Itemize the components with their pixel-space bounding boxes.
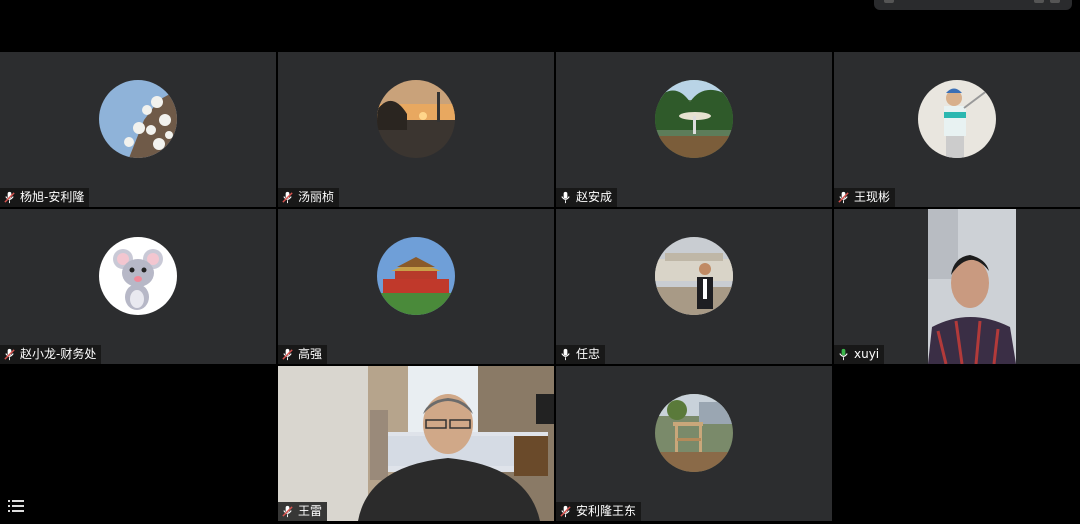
participant-tile[interactable]: 任忠 bbox=[556, 209, 832, 364]
participant-avatar bbox=[918, 80, 996, 158]
participant-tile[interactable]: 汤丽桢 bbox=[278, 52, 554, 207]
participant-avatar bbox=[99, 80, 177, 158]
participant-name: xuyi bbox=[854, 347, 880, 361]
participant-tile-active-speaker[interactable]: xuyi bbox=[834, 209, 1080, 364]
toolbar-icon[interactable] bbox=[884, 0, 894, 3]
gallery-grid: 杨旭-安利隆 汤丽桢 赵安成 王现彬 赵小龙-财务处 高强 任忠 xuyi 王雷… bbox=[0, 52, 1080, 524]
participant-tile[interactable]: 高强 bbox=[278, 209, 554, 364]
participant-nametag: xuyi bbox=[834, 345, 885, 364]
participant-nametag: 赵安成 bbox=[556, 188, 618, 207]
mic-muted-icon[interactable] bbox=[281, 505, 294, 518]
participant-avatar bbox=[99, 237, 177, 315]
list-icon[interactable] bbox=[8, 498, 24, 512]
participant-name: 任忠 bbox=[576, 347, 601, 361]
participant-name: 王现彬 bbox=[854, 190, 891, 204]
toolbar-icon[interactable] bbox=[1050, 0, 1060, 3]
mic-icon[interactable] bbox=[559, 348, 572, 361]
participant-name: 汤丽桢 bbox=[298, 190, 335, 204]
mic-icon[interactable] bbox=[559, 191, 572, 204]
participant-tile[interactable]: 王雷 bbox=[278, 366, 554, 521]
mic-muted-icon[interactable] bbox=[559, 505, 572, 518]
toolbar-icon[interactable] bbox=[1034, 0, 1044, 3]
participant-video bbox=[834, 209, 1080, 364]
participant-avatar bbox=[377, 237, 455, 315]
participant-tile[interactable]: 安利隆王东 bbox=[556, 366, 832, 521]
participant-avatar bbox=[377, 80, 455, 158]
top-bar bbox=[0, 0, 1080, 52]
participant-tile[interactable]: 赵安成 bbox=[556, 52, 832, 207]
mic-muted-icon[interactable] bbox=[3, 348, 16, 361]
mic-speaking-icon[interactable] bbox=[837, 348, 850, 361]
participant-name: 王雷 bbox=[298, 504, 323, 518]
participant-avatar bbox=[655, 80, 733, 158]
mic-muted-icon[interactable] bbox=[3, 191, 16, 204]
participant-tile[interactable]: 杨旭-安利隆 bbox=[0, 52, 276, 207]
mic-muted-icon[interactable] bbox=[281, 348, 294, 361]
participant-name: 赵小龙-财务处 bbox=[20, 347, 97, 361]
participant-video bbox=[278, 366, 554, 521]
participant-name: 赵安成 bbox=[576, 190, 613, 204]
mic-muted-icon[interactable] bbox=[837, 191, 850, 204]
participant-name: 杨旭-安利隆 bbox=[20, 190, 85, 204]
participant-name: 安利隆王东 bbox=[576, 504, 637, 518]
empty-tile bbox=[834, 366, 1080, 524]
mic-muted-icon[interactable] bbox=[281, 191, 294, 204]
participant-tile[interactable]: 赵小龙-财务处 bbox=[0, 209, 276, 364]
participant-nametag: 王雷 bbox=[278, 502, 328, 521]
participant-nametag: 王现彬 bbox=[834, 188, 896, 207]
empty-tile bbox=[0, 366, 276, 524]
top-toolbar-pill[interactable] bbox=[874, 0, 1072, 10]
participant-avatar bbox=[655, 394, 733, 472]
participant-nametag: 汤丽桢 bbox=[278, 188, 340, 207]
participant-nametag: 安利隆王东 bbox=[556, 502, 642, 521]
participant-avatar bbox=[655, 237, 733, 315]
participant-name: 高强 bbox=[298, 347, 323, 361]
participant-tile[interactable]: 王现彬 bbox=[834, 52, 1080, 207]
participant-nametag: 杨旭-安利隆 bbox=[0, 188, 90, 207]
participant-nametag: 任忠 bbox=[556, 345, 606, 364]
participant-nametag: 赵小龙-财务处 bbox=[0, 345, 102, 364]
participant-nametag: 高强 bbox=[278, 345, 328, 364]
